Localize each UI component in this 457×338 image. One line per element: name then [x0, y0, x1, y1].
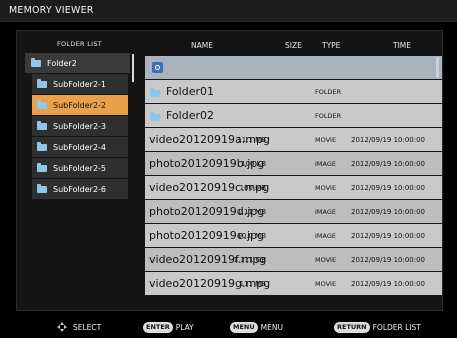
window-title: MEMORY VIEWER: [9, 5, 94, 16]
file-list-header: NAME SIZE TYPE TIME: [142, 33, 442, 55]
file-time: 2012/09/19 10:00:00: [351, 256, 426, 264]
help-select-label: SELECT: [73, 322, 102, 332]
subfolder-item[interactable]: SubFolder2-4: [32, 137, 128, 157]
column-header-time: TIME: [393, 41, 412, 50]
file-size: 10.0 MB: [237, 232, 266, 240]
folder-name: Folder01: [166, 85, 214, 98]
file-size: 1.11 MB: [237, 208, 266, 216]
folder-icon: [37, 78, 47, 88]
file-row[interactable]: photo20120919e.jpg 10.0 MB IMAGE 2012/09…: [145, 224, 442, 247]
folder-icon: [37, 183, 47, 193]
file-row[interactable]: photo20120919b.jpg 100 KB IMAGE 2012/09/…: [145, 152, 442, 175]
dpad-icon: [56, 321, 68, 333]
folder-list-scrollbar[interactable]: [132, 54, 134, 82]
folder-list-header: FOLDER LIST: [56, 40, 103, 48]
subfolder-item[interactable]: SubFolder2-6: [32, 179, 128, 199]
file-type: MOVIE: [315, 280, 337, 288]
help-enter-label: PLAY: [175, 322, 194, 332]
file-size: 11.1 MB: [237, 136, 266, 144]
help-return: RETURN FOLDER LIST: [334, 321, 421, 333]
file-time: 2012/09/19 10:00:00: [351, 232, 426, 240]
column-header-type: TYPE: [322, 41, 341, 50]
subfolder-item[interactable]: SubFolder2-3: [32, 116, 128, 136]
subfolder-list: SubFolder2-1 SubFolder2-2 SubFolder2-3 S…: [32, 74, 128, 200]
file-row[interactable]: video20120919a.mpg 11.1 MB MOVIE 2012/09…: [145, 128, 442, 151]
file-row[interactable]: photo20120919d.jpg 1.11 MB IMAGE 2012/09…: [145, 200, 442, 223]
file-size: 100 MB: [239, 184, 266, 192]
folder-icon: [37, 99, 47, 109]
help-select: SELECT: [56, 321, 101, 333]
folder-icon: [37, 120, 47, 130]
file-type: FOLDER: [315, 112, 342, 120]
file-type: FOLDER: [315, 88, 342, 96]
return-key-icon: RETURN: [334, 321, 370, 333]
file-time: 2012/09/19 10:00:00: [351, 160, 426, 168]
file-list: Folder01 FOLDER Folder02 FOLDER video201…: [145, 56, 442, 296]
column-header-size: SIZE: [285, 41, 302, 50]
tree-root-folder[interactable]: Folder2: [25, 53, 130, 73]
file-type: MOVIE: [315, 256, 337, 264]
folder-icon: [150, 112, 160, 121]
folder-icon: [31, 57, 41, 67]
subfolder-label: SubFolder2-2: [53, 100, 107, 110]
help-return-label: FOLDER LIST: [372, 322, 421, 332]
title-bar: MEMORY VIEWER: [0, 0, 457, 22]
help-menu-label: MENU: [260, 322, 283, 332]
file-type: IMAGE: [315, 208, 337, 216]
help-enter: ENTER PLAY: [143, 321, 194, 333]
file-row[interactable]: video20120919g.mpg 111 MB MOVIE 2012/09/…: [145, 272, 442, 295]
file-row[interactable]: video20120919f.mpg 1.111 GB MOVIE 2012/0…: [145, 248, 442, 271]
file-size: 1.111 GB: [233, 256, 267, 264]
folder-icon: [37, 141, 47, 151]
subfolder-item-selected[interactable]: SubFolder2-2: [32, 95, 128, 115]
file-type: IMAGE: [315, 160, 337, 168]
subfolder-item[interactable]: SubFolder2-5: [32, 158, 128, 178]
file-size: 111 MB: [239, 280, 266, 288]
file-time: 2012/09/19 10:00:00: [351, 280, 426, 288]
column-header-name: NAME: [191, 41, 213, 50]
subfolder-label: SubFolder2-3: [53, 121, 107, 131]
subfolder-label: SubFolder2-5: [53, 163, 107, 173]
file-list-scrollbar[interactable]: [436, 57, 439, 78]
subfolder-label: SubFolder2-6: [53, 184, 107, 194]
help-menu: MENU MENU: [230, 321, 283, 333]
folder-icon: [150, 88, 160, 97]
file-time: 2012/09/19 10:00:00: [351, 136, 426, 144]
subfolder-label: SubFolder2-1: [53, 79, 107, 89]
parent-folder-row[interactable]: [145, 56, 442, 79]
file-time: 2012/09/19 10:00:00: [351, 184, 426, 192]
help-bar: SELECT ENTER PLAY MENU MENU RETURN FOLDE…: [0, 315, 457, 338]
file-size: 100 KB: [241, 160, 266, 168]
tree-root-label: Folder2: [47, 58, 77, 68]
file-type: MOVIE: [315, 136, 337, 144]
folder-list-panel: FOLDER LIST Folder2 SubFolder2-1 SubFold…: [23, 36, 136, 300]
enter-key-icon: ENTER: [143, 321, 173, 333]
folder-row[interactable]: Folder01 FOLDER: [145, 80, 442, 103]
parent-folder-icon: [152, 62, 163, 73]
folder-row[interactable]: Folder02 FOLDER: [145, 104, 442, 127]
folder-icon: [37, 162, 47, 172]
file-row[interactable]: video20120919c.mpg 100 MB MOVIE 2012/09/…: [145, 176, 442, 199]
file-list-panel: NAME SIZE TYPE TIME Folder01 FOLDER Fold…: [142, 33, 442, 306]
subfolder-item[interactable]: SubFolder2-1: [32, 74, 128, 94]
file-type: MOVIE: [315, 184, 337, 192]
menu-key-icon: MENU: [230, 321, 258, 333]
subfolder-label: SubFolder2-4: [53, 142, 107, 152]
file-type: IMAGE: [315, 232, 337, 240]
folder-name: Folder02: [166, 109, 214, 122]
file-time: 2012/09/19 10:00:00: [351, 208, 426, 216]
